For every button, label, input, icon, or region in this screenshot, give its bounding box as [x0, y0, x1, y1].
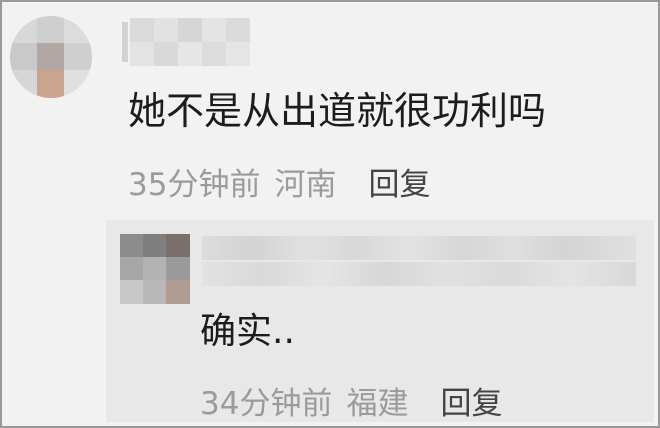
reply-button[interactable]: 回复 [440, 378, 502, 423]
blur-block [178, 18, 202, 42]
avatar-pixel [37, 43, 64, 70]
reply-text: 确实.. [200, 311, 295, 352]
avatar-pixel [64, 70, 92, 98]
location: 福建 [346, 385, 409, 422]
avatar-pixel [166, 257, 190, 280]
reply-button[interactable]: 回复 [368, 159, 430, 204]
timestamp: 34分钟前 [200, 385, 333, 422]
reply-avatar[interactable] [120, 234, 190, 304]
username-blurred[interactable] [122, 18, 252, 66]
reply-meta: 34分钟前 福建 回复 [200, 378, 502, 423]
comment-thread: 她不是从出道就很功利吗 35分钟前 河南 回复 确实.. 34分钟前 福建 回复 [0, 0, 660, 428]
blur-block [122, 22, 128, 62]
blur-block [178, 42, 202, 66]
reply-card: 确实.. 34分钟前 福建 回复 [106, 220, 654, 422]
comment-meta: 35分钟前 河南 回复 [128, 159, 430, 204]
blur-block [154, 42, 178, 66]
avatar-pixel [37, 16, 64, 43]
comment-text: 她不是从出道就很功利吗 [128, 89, 547, 133]
avatar-pixel [143, 280, 166, 304]
avatar-pixel [143, 257, 166, 280]
avatar-pixel [64, 16, 92, 43]
blur-block [130, 18, 154, 42]
avatar-pixel [10, 43, 37, 70]
blur-block [226, 42, 250, 66]
blur-block [226, 18, 250, 42]
blur-block [130, 42, 154, 66]
avatar-pixel [120, 280, 143, 304]
blur-block [202, 262, 636, 286]
blur-block [202, 236, 636, 260]
blur-block [202, 18, 226, 42]
avatar-pixel [120, 234, 143, 257]
avatar-pixel [166, 234, 190, 257]
avatar-pixel [10, 16, 37, 43]
location: 河南 [274, 166, 337, 203]
timestamp: 35分钟前 [128, 166, 261, 203]
avatar-pixel [37, 70, 64, 98]
avatar-pixel [10, 70, 37, 98]
blur-block [154, 18, 178, 42]
avatar-pixel [143, 234, 166, 257]
avatar-pixel [166, 280, 190, 304]
avatar-pixel [120, 257, 143, 280]
avatar[interactable] [10, 16, 92, 98]
avatar-pixel [64, 43, 92, 70]
reply-username-blurred[interactable] [202, 236, 636, 288]
blur-block [202, 42, 226, 66]
